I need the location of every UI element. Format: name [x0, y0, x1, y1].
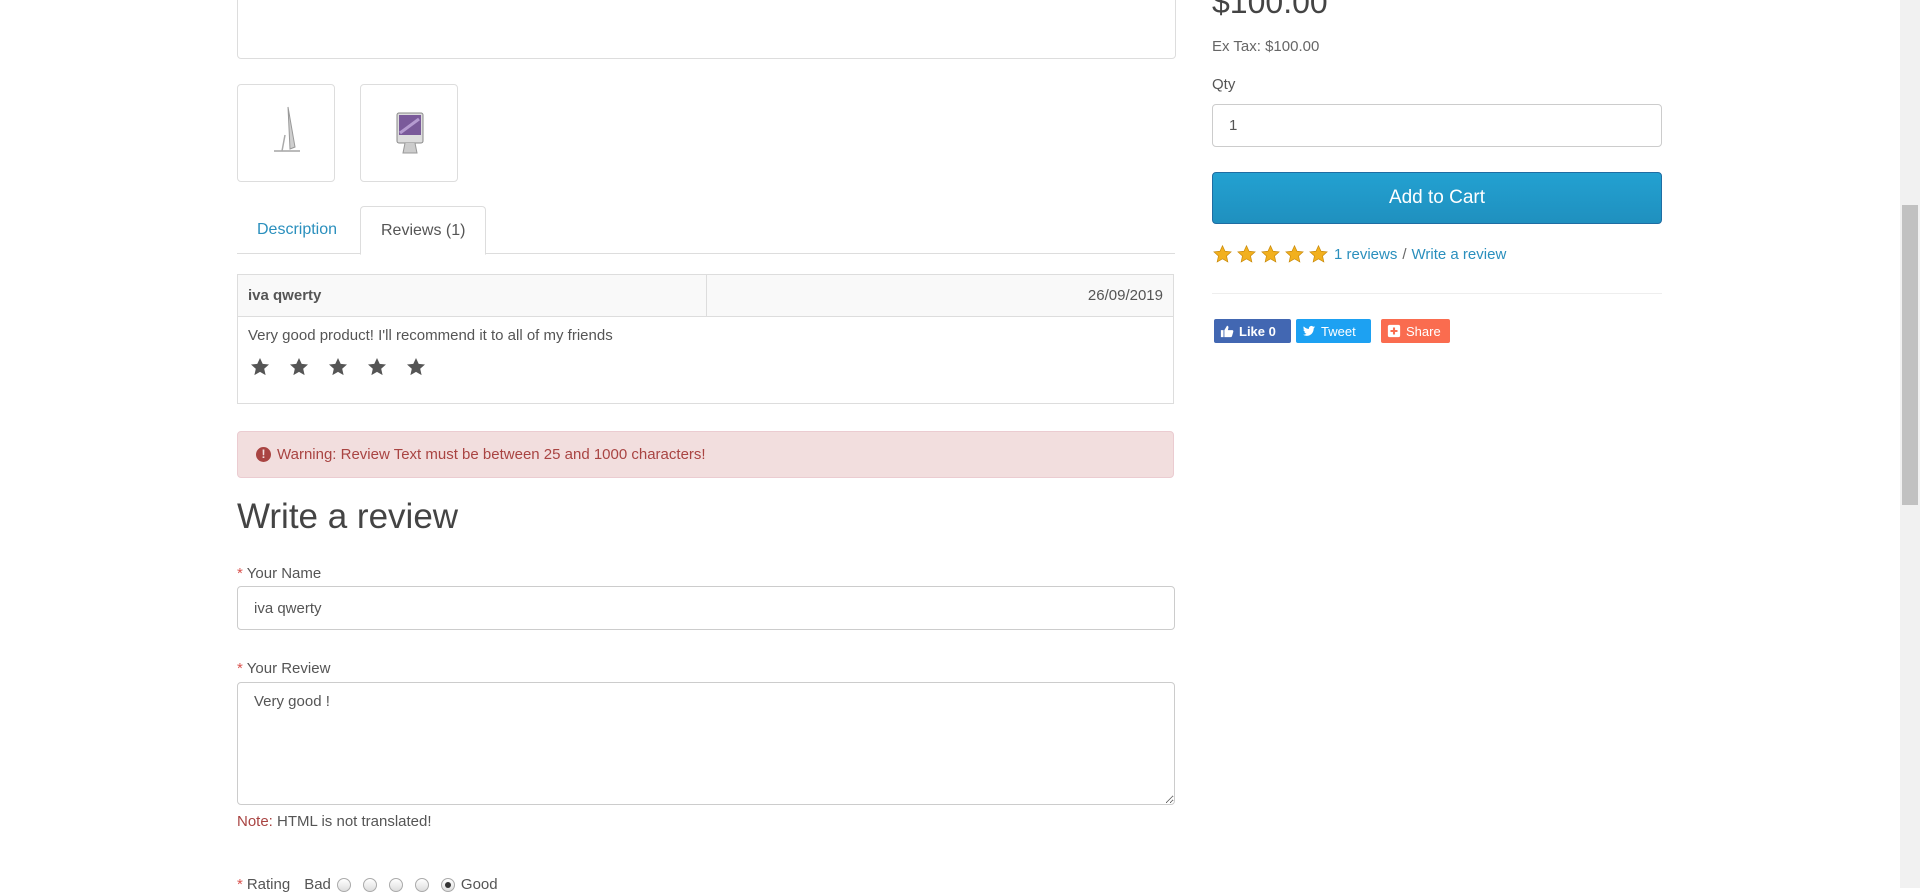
- review-text: Very good product! I'll recommend it to …: [248, 327, 613, 344]
- rating-radio-2[interactable]: [362, 877, 377, 892]
- required-mark: *: [237, 565, 243, 582]
- review-author: iva qwerty: [248, 287, 322, 304]
- qty-label: Qty: [1212, 76, 1236, 93]
- name-label-text: Your Name: [246, 565, 322, 582]
- star-icon: [368, 358, 386, 376]
- exclamation-circle-icon: !: [256, 447, 271, 462]
- required-mark: *: [237, 660, 243, 677]
- warning-alert: ! Warning: Review Text must be between 2…: [237, 431, 1174, 478]
- review-entry: iva qwerty 26/09/2019 Very good product!…: [237, 274, 1174, 404]
- write-review-link[interactable]: Write a review: [1412, 246, 1507, 263]
- twitter-bird-icon: [1302, 325, 1316, 336]
- required-mark: *: [237, 876, 243, 893]
- product-rating-summary: 1 reviews / Write a review: [1212, 244, 1506, 265]
- star-icon: [251, 358, 269, 376]
- tweet-label: Tweet: [1321, 323, 1356, 339]
- name-input[interactable]: [237, 586, 1175, 630]
- imac-side-image: [274, 106, 300, 152]
- tab-description[interactable]: Description: [237, 206, 357, 254]
- name-label: * Your Name: [237, 565, 321, 582]
- rating-radio-1[interactable]: [336, 877, 351, 892]
- qty-input[interactable]: [1212, 104, 1662, 147]
- rating-good-label: Good: [460, 876, 498, 893]
- star-icon: [1309, 244, 1328, 263]
- star-icon: [1237, 244, 1256, 263]
- product-price: $100.00: [1212, 0, 1328, 20]
- facebook-like-button[interactable]: Like 0: [1214, 319, 1291, 343]
- rating-radio-3[interactable]: [388, 877, 403, 892]
- rating-label: Rating: [246, 876, 291, 893]
- imac-front-image: [396, 112, 424, 154]
- star-icon: [407, 358, 425, 376]
- rating-bad-label: Bad: [304, 876, 331, 893]
- like-label: Like 0: [1239, 323, 1276, 339]
- rating-radio-4[interactable]: [414, 877, 429, 892]
- tweet-button[interactable]: Tweet: [1296, 319, 1371, 343]
- rating-field: * Rating Bad Good: [237, 876, 498, 893]
- alert-text: Warning: Review Text must be between 25 …: [277, 446, 706, 463]
- star-icon: [329, 358, 347, 376]
- star-icon: [290, 358, 308, 376]
- ex-tax-price: Ex Tax: $100.00: [1212, 38, 1320, 55]
- scrollbar-thumb[interactable]: [1902, 205, 1918, 505]
- add-to-cart-button[interactable]: Add to Cart: [1212, 172, 1662, 224]
- star-icon: [1213, 244, 1232, 263]
- main-image-frame[interactable]: [237, 0, 1176, 59]
- review-date: 26/09/2019: [1087, 287, 1163, 304]
- share-button[interactable]: Share: [1381, 319, 1450, 343]
- review-rating-stars: [248, 355, 428, 379]
- rating-radio-5[interactable]: [440, 877, 455, 892]
- tab-reviews[interactable]: Reviews (1): [360, 206, 487, 255]
- write-review-heading: Write a review: [237, 497, 459, 536]
- divider: [1212, 293, 1662, 294]
- note-text: HTML is not translated!: [277, 813, 432, 830]
- review-header-divider: [706, 275, 707, 316]
- review-textarea[interactable]: Very good !: [237, 682, 1175, 805]
- html-note: Note: HTML is not translated!: [237, 813, 432, 830]
- reviews-count-link[interactable]: 1 reviews: [1334, 246, 1397, 263]
- star-icon: [1261, 244, 1280, 263]
- plus-square-icon: [1387, 324, 1401, 338]
- review-label-text: Your Review: [246, 660, 331, 677]
- product-thumbnail-1[interactable]: [237, 84, 335, 182]
- review-label: * Your Review: [237, 660, 330, 677]
- share-label: Share: [1406, 323, 1441, 339]
- note-key: Note:: [237, 813, 273, 830]
- rating-separator: /: [1402, 246, 1407, 263]
- product-thumbnail-2[interactable]: [360, 84, 458, 182]
- star-icon: [1285, 244, 1304, 263]
- thumbs-up-icon: [1220, 325, 1234, 338]
